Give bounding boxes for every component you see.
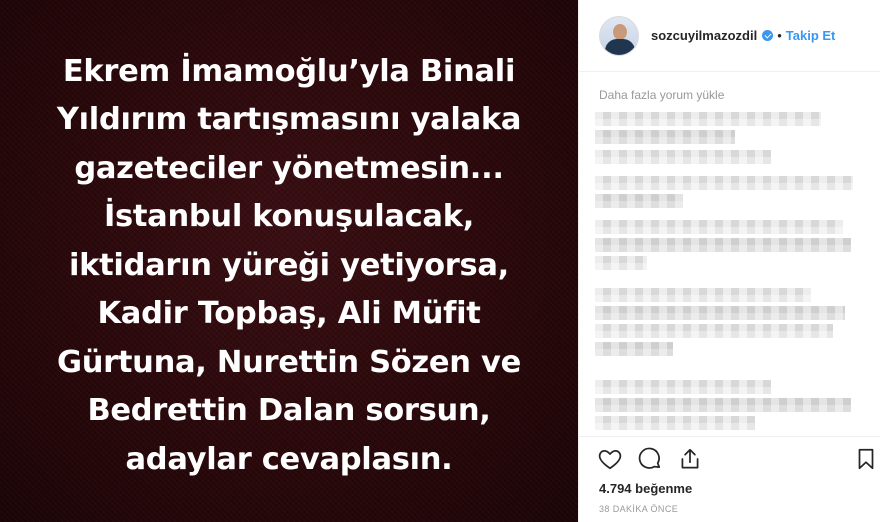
post-image-text: Ekrem İmamoğlu’yla Binali Yıldırım tartı… [9, 38, 569, 485]
blurred-comment [595, 416, 755, 430]
blurred-comment [595, 130, 735, 144]
post-actions: 4.794 beğenme 38 DAKİKA ÖNCE [579, 436, 880, 522]
load-more-comments-link[interactable]: Daha fazla yorum yükle [599, 88, 724, 102]
post-text-line: Ekrem İmamoğlu’yla Binali [62, 53, 516, 89]
likes-count[interactable]: 4.794 beğenme [599, 481, 692, 496]
follow-button[interactable]: Takip Et [786, 28, 836, 43]
post-header: sozcuyilmazozdil • Takip Et [579, 0, 880, 72]
post-text-line: adaylar cevaplasın. [125, 441, 453, 477]
username-link[interactable]: sozcuyilmazozdil [651, 28, 757, 43]
share-icon[interactable] [677, 446, 703, 472]
post-text-line: Gürtuna, Nurettin Sözen ve [57, 344, 521, 380]
avatar-head [613, 23, 627, 40]
blurred-comment [595, 256, 647, 270]
blurred-comment [595, 288, 811, 302]
post-text-line: Bedrettin Dalan sorsun, [87, 393, 491, 429]
blurred-comment [595, 194, 683, 208]
verified-badge-icon [762, 30, 774, 41]
post-text-line: iktidarın yüreği yetiyorsa, [69, 247, 509, 283]
avatar[interactable] [599, 15, 639, 56]
heart-icon[interactable] [597, 446, 623, 472]
separator-dot: • [777, 28, 782, 43]
comment-icon[interactable] [637, 446, 663, 472]
blurred-comment [595, 380, 771, 394]
blurred-comment [595, 342, 673, 356]
post-image[interactable]: Ekrem İmamoğlu’yla Binali Yıldırım tartı… [0, 0, 578, 522]
post-text-line: Kadir Topbaş, Ali Müfit [97, 296, 481, 332]
avatar-body [605, 38, 635, 55]
bookmark-icon[interactable] [853, 446, 879, 472]
post-timestamp[interactable]: 38 DAKİKA ÖNCE [599, 504, 678, 514]
comments-list [593, 108, 869, 434]
blurred-comment [595, 306, 845, 320]
blurred-comment [595, 176, 853, 190]
post-text-line: İstanbul konuşulacak, [104, 199, 474, 235]
blurred-comment [595, 220, 843, 234]
post-text-line: Yıldırım tartışmasını yalaka [56, 102, 522, 138]
blurred-comment [595, 150, 771, 164]
blurred-comment [595, 238, 851, 252]
blurred-comment [595, 112, 821, 126]
blurred-comment [595, 398, 851, 412]
blurred-comment [595, 324, 833, 338]
post-text-line: gazeteciler yönetmesin... [74, 150, 504, 186]
post-sidebar: sozcuyilmazozdil • Takip Et Daha fazla y… [578, 0, 880, 522]
